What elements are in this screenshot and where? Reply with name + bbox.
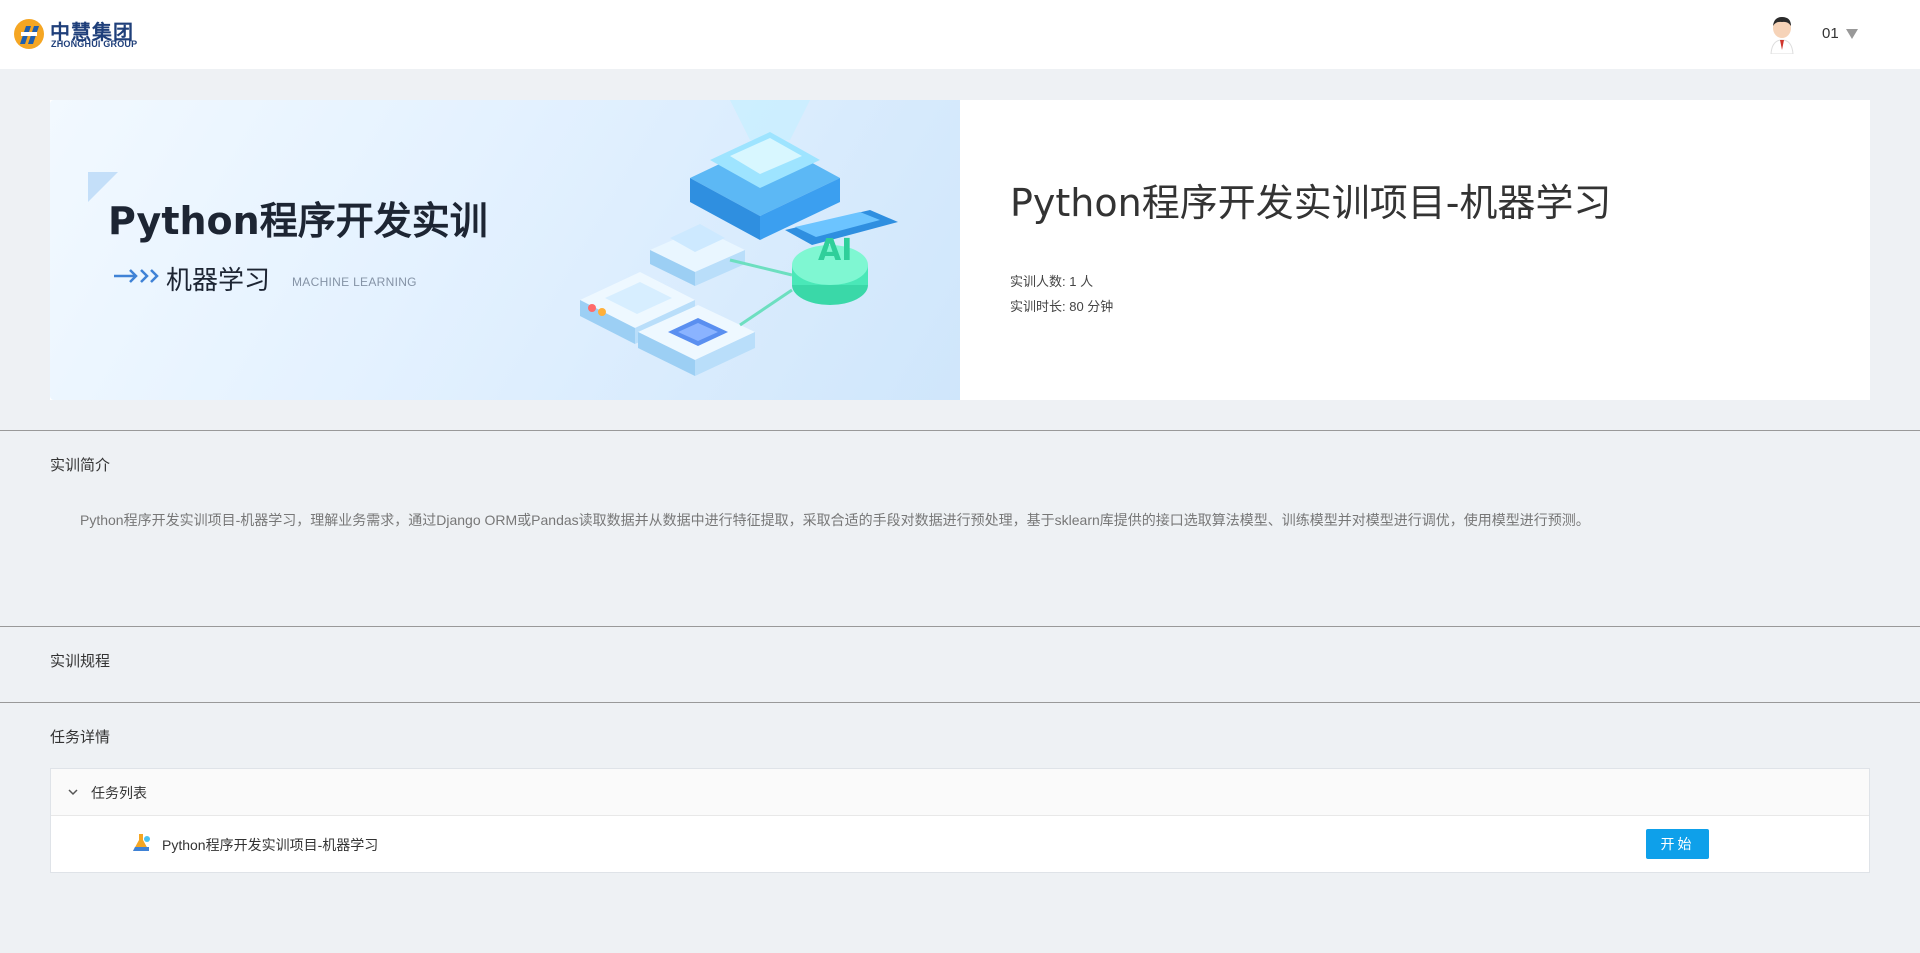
svg-text:AI: AI: [818, 233, 852, 268]
participants-value: 1 人: [1069, 274, 1094, 289]
task-flask-icon: [133, 834, 150, 851]
username[interactable]: 01: [1822, 25, 1839, 42]
user-menu[interactable]: 01: [1764, 14, 1884, 54]
task-list-label[interactable]: 任务列表: [91, 783, 147, 803]
participants-info: 实训人数: 1 人: [1010, 271, 1093, 290]
intro-text: Python程序开发实训项目-机器学习，理解业务需求，通过Django ORM或…: [80, 512, 1590, 528]
ai-illustration: AI: [580, 100, 898, 376]
participants-label: 实训人数:: [1010, 274, 1070, 289]
caret-down-icon[interactable]: [1846, 29, 1858, 39]
banner-subtitle: 机器学习: [166, 266, 271, 296]
course-banner: Python程序开发实训 机器学习 MACHINE LEARNING AI: [50, 100, 960, 400]
task-list-header[interactable]: 任务列表: [51, 769, 1869, 816]
logo-text-en: ZHONGHUI GROUP: [51, 39, 138, 49]
start-task-button[interactable]: 开始: [1646, 829, 1709, 859]
duration-value: 80 分钟: [1069, 299, 1114, 314]
section-divider: [0, 430, 1920, 431]
arrow-right-icon: [114, 269, 159, 283]
section-divider: [0, 702, 1920, 703]
task-list-panel: 任务列表 Python程序开发实训项目-机器学习 开始: [50, 768, 1870, 873]
section-divider: [0, 626, 1920, 627]
duration-info: 实训时长: 80 分钟: [1010, 296, 1113, 315]
chevron-down-icon[interactable]: [67, 786, 79, 798]
top-bar: 中慧集团 ZHONGHUI GROUP 01: [0, 0, 1920, 69]
avatar[interactable]: [1764, 14, 1800, 54]
task-row: Python程序开发实训项目-机器学习 开始: [51, 816, 1869, 873]
company-logo[interactable]: 中慧集团 ZHONGHUI GROUP: [12, 16, 152, 52]
intro-section-title: 实训简介: [50, 457, 111, 474]
logo-mark-icon: [14, 19, 44, 49]
banner-title: Python程序开发实训: [108, 199, 488, 243]
course-title: Python程序开发实训项目-机器学习: [1010, 181, 1612, 225]
task-name[interactable]: Python程序开发实训项目-机器学习: [162, 835, 378, 855]
course-hero: Python程序开发实训 机器学习 MACHINE LEARNING AI Py…: [50, 100, 1870, 400]
banner-subtitle-en: MACHINE LEARNING: [292, 275, 417, 289]
duration-label: 实训时长:: [1010, 299, 1070, 314]
rules-section-title: 实训规程: [50, 653, 111, 670]
tasks-section-title: 任务详情: [50, 729, 111, 746]
